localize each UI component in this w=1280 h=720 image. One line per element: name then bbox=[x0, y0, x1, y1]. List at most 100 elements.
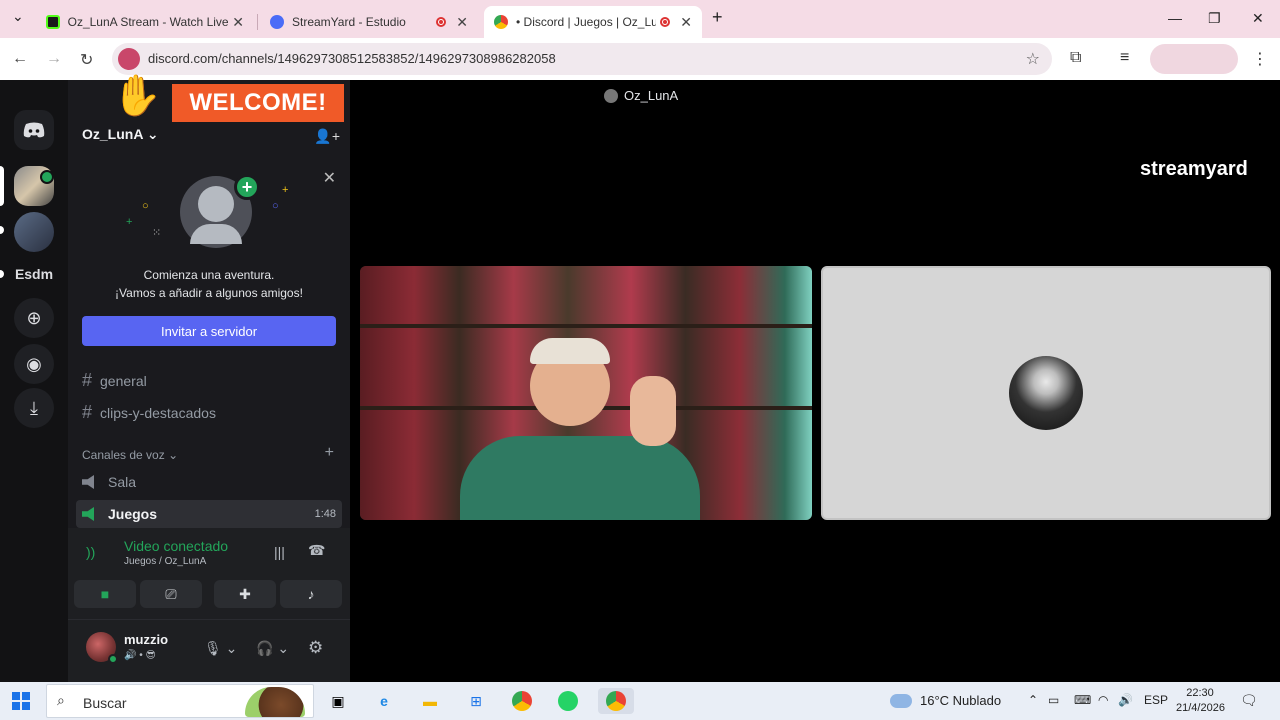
chrome-profile-icon[interactable] bbox=[598, 688, 634, 714]
close-tab-icon[interactable]: ✕ bbox=[232, 14, 244, 31]
site-info-icon[interactable] bbox=[118, 48, 140, 70]
minimize-icon[interactable]: — bbox=[1168, 10, 1182, 26]
profile-button[interactable] bbox=[1150, 44, 1238, 74]
address-bar[interactable]: discord.com/channels/1496297308512583852… bbox=[112, 43, 1052, 75]
person-cap bbox=[530, 338, 610, 364]
voice-connection-panel: )) Video conectado Juegos / Oz_LunA ||| … bbox=[68, 528, 350, 620]
invite-card-line1: Comienza una aventura. bbox=[143, 268, 275, 282]
clock-date: 21/4/2026 bbox=[1176, 702, 1225, 714]
voice-category-header[interactable]: Canales de voz ⌄ bbox=[82, 448, 178, 462]
extensions-icon[interactable]: ⧉ bbox=[1070, 49, 1081, 67]
server-rail: Esdm ⊕ ◉ ⤓ bbox=[0, 80, 68, 682]
text-channel-general[interactable]: # general bbox=[82, 370, 147, 391]
server-icon-esdm[interactable]: Esdm bbox=[14, 254, 54, 294]
url-text[interactable]: discord.com/channels/1496297308512583852… bbox=[148, 51, 556, 66]
tab-streamyard[interactable]: StreamYard - Estudio ✕ bbox=[260, 6, 478, 38]
chrome-icon[interactable] bbox=[508, 688, 536, 714]
invite-to-server-button[interactable]: Invitar a servidor bbox=[82, 316, 336, 346]
edge-icon[interactable]: e bbox=[370, 688, 398, 714]
wifi-icon[interactable]: ◠ bbox=[1098, 693, 1108, 707]
new-tab-button[interactable]: + bbox=[712, 7, 723, 28]
channel-sidebar: Oz_LunA ⌄ 👤+ ✕ + ○ ⁙ + ○ + Comienza una … bbox=[68, 80, 350, 682]
whatsapp-icon[interactable] bbox=[554, 688, 582, 714]
search-highlight-hedgehog-icon bbox=[245, 687, 305, 717]
screen-share-icon: ⎚ bbox=[165, 585, 177, 602]
camera-button[interactable]: ■ bbox=[74, 580, 136, 608]
activities-button[interactable]: ✚ bbox=[214, 580, 276, 608]
explore-compass-icon[interactable]: ◉ bbox=[14, 344, 54, 384]
gear-icon[interactable]: ⚙ bbox=[308, 638, 323, 658]
kick-favicon-icon bbox=[46, 15, 60, 29]
taskbar-search[interactable]: ⌕ Buscar bbox=[46, 684, 314, 718]
hash-icon: # bbox=[82, 370, 93, 390]
tab-kick-stream[interactable]: Oz_LunA Stream - Watch Live o ✕ bbox=[36, 6, 254, 38]
close-icon[interactable]: ✕ bbox=[323, 168, 336, 188]
voice-status-title[interactable]: Video conectado bbox=[124, 538, 228, 554]
bookmark-star-icon[interactable]: ☆ bbox=[1026, 49, 1040, 69]
language-indicator[interactable]: ESP bbox=[1144, 693, 1168, 707]
discord-app: Esdm ⊕ ◉ ⤓ Oz_LunA ⌄ 👤+ ✕ + ○ ⁙ + ○ + Co… bbox=[0, 80, 1280, 682]
back-icon[interactable]: ← bbox=[12, 50, 28, 68]
video-tile-camera[interactable] bbox=[360, 266, 812, 520]
microphone-icon[interactable]: 🎙 ⌄ bbox=[204, 640, 237, 657]
voice-status-subtitle[interactable]: Juegos / Oz_LunA bbox=[124, 556, 206, 567]
recording-icon bbox=[660, 17, 671, 27]
download-icon[interactable]: ⤓ bbox=[14, 388, 54, 428]
channel-label: clips-y-destacados bbox=[100, 404, 216, 421]
task-view-icon[interactable]: ▣ bbox=[324, 688, 352, 714]
discord-home-icon[interactable] bbox=[14, 110, 54, 150]
voice-channel-sala[interactable]: Sala bbox=[76, 468, 342, 496]
voice-channel-juegos[interactable]: Juegos 1:48 bbox=[76, 500, 342, 528]
tab-title: Oz_LunA Stream - Watch Live o bbox=[67, 15, 233, 29]
weather-widget[interactable]: 16°C Nublado bbox=[890, 693, 1001, 708]
person-hand bbox=[630, 376, 676, 446]
avatar[interactable] bbox=[86, 632, 118, 664]
close-window-icon[interactable]: ✕ bbox=[1252, 10, 1264, 27]
keyboard-icon[interactable]: ⌨ bbox=[1074, 693, 1091, 707]
restore-icon[interactable]: ❐ bbox=[1208, 10, 1221, 27]
tray-chevron-icon[interactable]: ⌃ bbox=[1028, 693, 1038, 707]
weather-text: 16°C Nublado bbox=[920, 693, 1002, 708]
plus-badge-icon: + bbox=[234, 174, 260, 200]
file-explorer-icon[interactable]: ▬ bbox=[416, 688, 444, 714]
menu-kebab-icon[interactable]: ⋮ bbox=[1252, 49, 1268, 69]
add-friends-illustration: + bbox=[180, 174, 260, 248]
clock[interactable]: 22:30 21/4/2026 bbox=[1176, 686, 1225, 716]
close-tab-icon[interactable]: ✕ bbox=[436, 14, 468, 31]
invite-card-line2: ¡Vamos a añadir a algunos amigos! bbox=[115, 286, 303, 300]
create-channel-icon[interactable]: + bbox=[325, 444, 334, 462]
battery-icon[interactable]: ▭ bbox=[1048, 693, 1059, 707]
media-controls-icon[interactable]: ≡ bbox=[1120, 49, 1129, 67]
cloud-icon bbox=[890, 693, 912, 708]
forward-icon[interactable]: → bbox=[46, 50, 62, 68]
disconnect-icon[interactable]: ☎ bbox=[308, 542, 325, 559]
server-live-badge-icon bbox=[40, 170, 54, 184]
person-shirt bbox=[460, 436, 700, 520]
search-placeholder: Buscar bbox=[83, 695, 127, 711]
headphones-icon[interactable]: 🎧 ⌄ bbox=[256, 640, 289, 657]
microsoft-store-icon[interactable]: ⊞ bbox=[462, 688, 490, 714]
volume-icon[interactable]: 🔊 bbox=[1118, 693, 1133, 707]
video-tile-avatar[interactable] bbox=[821, 266, 1271, 520]
notifications-icon[interactable]: 🗨 bbox=[1240, 692, 1258, 709]
server-name-header[interactable]: Oz_LunA ⌄ bbox=[82, 126, 159, 143]
tab-discord[interactable]: • Discord | Juegos | Oz_Lun ✕ bbox=[484, 6, 702, 38]
voice-channel-icon bbox=[604, 89, 618, 103]
channel-label: general bbox=[100, 372, 147, 389]
username[interactable]: muzzio bbox=[124, 632, 168, 647]
avatar-head bbox=[198, 186, 234, 222]
tab-search-chevron-icon[interactable]: ⌄ bbox=[12, 8, 24, 25]
screen-share-button[interactable]: ⎚ bbox=[140, 580, 202, 608]
server-name: Oz_LunA bbox=[82, 126, 143, 142]
windows-start-icon[interactable] bbox=[12, 692, 30, 710]
windows-taskbar: ⌕ Buscar ▣ e ▬ ⊞ 16°C Nublado ⌃ ▭ ⌨ ◠ 🔊 … bbox=[0, 682, 1280, 720]
unread-dot bbox=[0, 226, 4, 234]
reload-icon[interactable]: ↻ bbox=[80, 50, 93, 70]
text-channel-clips[interactable]: # clips-y-destacados bbox=[82, 402, 216, 423]
soundboard-button[interactable]: ♪ bbox=[280, 580, 342, 608]
add-server-icon[interactable]: ⊕ bbox=[14, 298, 54, 338]
close-tab-icon[interactable]: ✕ bbox=[660, 14, 692, 31]
server-icon-2[interactable] bbox=[14, 212, 54, 252]
invite-people-icon[interactable]: 👤+ bbox=[314, 128, 340, 145]
noise-suppression-icon[interactable]: ||| bbox=[274, 544, 285, 560]
